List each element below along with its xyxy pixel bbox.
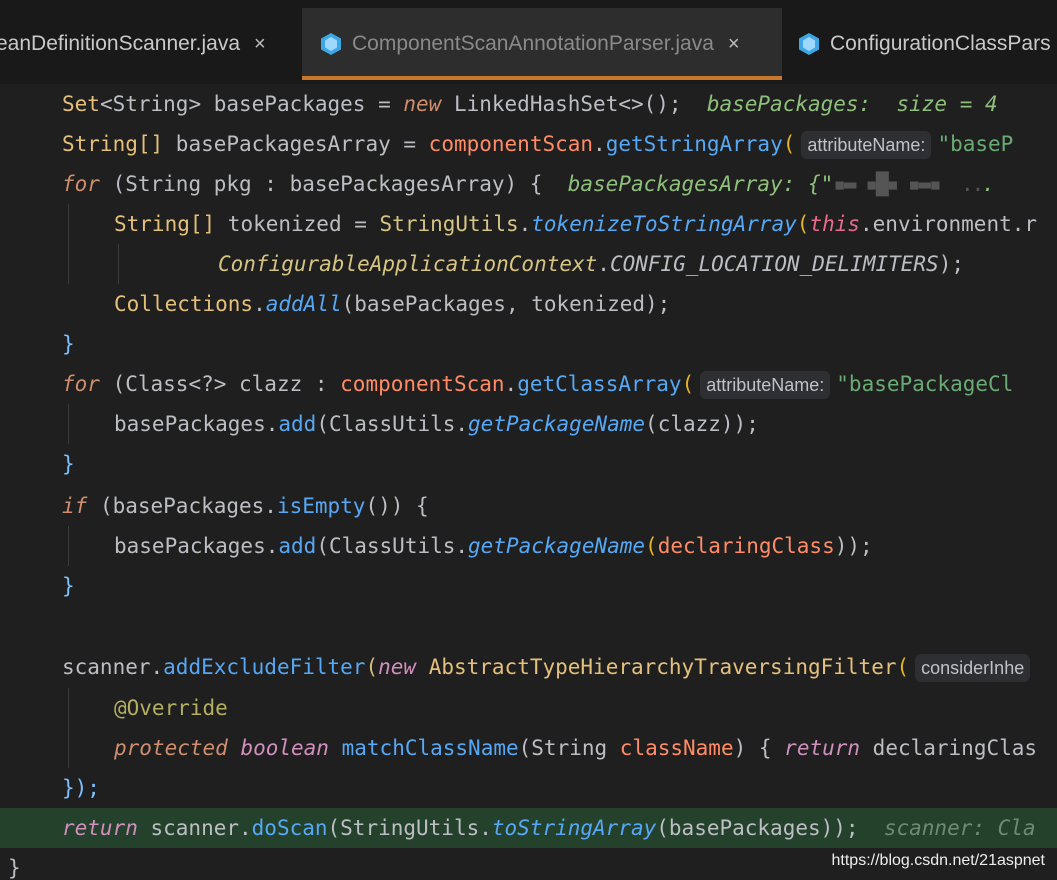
indent-guide: [68, 688, 69, 768]
tab-label: eanDefinitionScanner.java: [0, 32, 241, 55]
inline-debug-value: scanner: Cla: [883, 816, 1036, 840]
code-line: Collections.addAll(basePackages, tokeniz…: [114, 292, 671, 316]
editor-tab-bar: eanDefinitionScanner.java × ComponentSca…: [0, 0, 1057, 84]
code-line: if (basePackages.isEmpty()) {: [62, 494, 429, 518]
code-line: basePackages.add(ClassUtils.getPackageNa…: [114, 534, 873, 558]
code-line: ConfigurableApplicationContext.CONFIG_LO…: [218, 252, 964, 276]
current-execution-line: return scanner.doScan(StringUtils.toStri…: [0, 808, 1057, 848]
code-line: basePackages.add(ClassUtils.getPackageNa…: [114, 412, 759, 436]
code-line: protected boolean matchClassName(String …: [114, 736, 1038, 760]
indent-guide: [68, 526, 69, 566]
code-line: }: [62, 332, 75, 356]
code-line: });: [62, 776, 100, 800]
code-line: scanner.addExcludeFilter(new AbstractTyp…: [62, 647, 1036, 687]
code-line: String[] tokenized = StringUtils.tokeniz…: [114, 212, 1038, 236]
parameter-hint: considerInhe: [915, 654, 1031, 682]
code-line: }: [8, 856, 21, 880]
parameter-hint: attributeName:: [700, 371, 831, 399]
code-line: String[] basePackagesArray = componentSc…: [62, 124, 1013, 164]
tab-label: ConfigurationClassPars: [830, 32, 1051, 55]
code-line: Set<String> basePackages = new LinkedHas…: [62, 92, 998, 116]
code-line: for (String pkg : basePackagesArray) { b…: [62, 172, 995, 196]
tab-bean-definition-scanner[interactable]: eanDefinitionScanner.java ×: [0, 8, 266, 80]
java-class-icon: [799, 33, 819, 55]
tab-component-scan-annotation-parser[interactable]: ComponentScanAnnotationParser.java ×: [302, 8, 782, 80]
indent-guide: [68, 404, 69, 444]
java-class-icon: [321, 33, 341, 55]
code-line: }: [62, 452, 75, 476]
inline-debug-value: basePackagesArray: {": [567, 172, 834, 196]
tab-configuration-class-parser[interactable]: ConfigurationClassPars: [796, 8, 1051, 80]
blurred-value: ▪▬ ▪█▪ ▪▬▪ ..: [833, 172, 984, 196]
code-editor[interactable]: Set<String> basePackages = new LinkedHas…: [0, 84, 1057, 880]
parameter-hint: attributeName:: [801, 131, 932, 159]
indent-guide: [118, 244, 119, 284]
code-line: for (Class<?> clazz : componentScan.getC…: [62, 364, 1013, 404]
inline-debug-value: basePackages: size = 4: [706, 92, 998, 116]
watermark: https://blog.csdn.net/21aspnet: [831, 852, 1045, 869]
close-icon[interactable]: ×: [728, 33, 740, 56]
indent-guide: [68, 204, 69, 284]
close-icon[interactable]: ×: [254, 33, 266, 56]
tab-label: ComponentScanAnnotationParser.java: [352, 32, 714, 55]
code-line: @Override: [114, 696, 228, 720]
code-line: }: [62, 574, 75, 598]
